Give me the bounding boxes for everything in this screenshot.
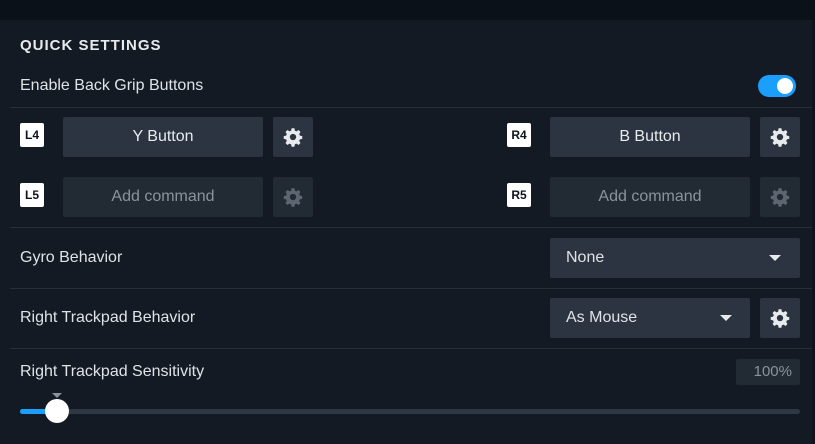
top-bar bbox=[0, 0, 815, 20]
gyro-label: Gyro Behavior bbox=[20, 249, 123, 266]
divider bbox=[10, 107, 812, 108]
l5-settings-button[interactable] bbox=[273, 177, 313, 217]
divider bbox=[10, 288, 812, 289]
l4-badge: L4 bbox=[20, 123, 44, 147]
l5-badge: L5 bbox=[20, 183, 44, 207]
l4-settings-button[interactable] bbox=[273, 117, 313, 157]
back-grip-label: Enable Back Grip Buttons bbox=[20, 77, 204, 94]
default-marker bbox=[52, 393, 62, 398]
gyro-dropdown[interactable]: None bbox=[550, 238, 800, 278]
trackpad-dropdown[interactable]: As Mouse bbox=[550, 298, 750, 338]
r4-badge: R4 bbox=[507, 123, 531, 147]
sensitivity-value: 100% bbox=[736, 359, 800, 385]
l4-command-button[interactable]: Y Button bbox=[63, 117, 263, 157]
chevron-down-icon bbox=[769, 255, 781, 261]
gear-icon bbox=[283, 128, 303, 147]
gyro-value: None bbox=[566, 249, 605, 266]
toggle-knob bbox=[777, 78, 793, 94]
chevron-down-icon bbox=[720, 315, 732, 321]
section-title: QUICK SETTINGS bbox=[20, 37, 162, 54]
gear-icon bbox=[770, 309, 790, 328]
back-grip-toggle[interactable] bbox=[758, 75, 796, 97]
trackpad-settings-button[interactable] bbox=[760, 298, 800, 338]
r5-badge: R5 bbox=[507, 183, 531, 207]
gear-icon bbox=[770, 128, 790, 147]
r5-settings-button[interactable] bbox=[760, 177, 800, 217]
trackpad-label: Right Trackpad Behavior bbox=[20, 309, 196, 326]
gear-icon bbox=[770, 188, 790, 207]
r4-command-button[interactable]: B Button bbox=[550, 117, 750, 157]
sensitivity-label: Right Trackpad Sensitivity bbox=[20, 363, 205, 380]
gear-icon bbox=[283, 188, 303, 207]
r4-settings-button[interactable] bbox=[760, 117, 800, 157]
divider bbox=[10, 348, 812, 349]
sensitivity-slider-thumb[interactable] bbox=[44, 399, 69, 423]
l5-add-command-button[interactable]: Add command bbox=[63, 177, 263, 217]
sensitivity-slider-track[interactable] bbox=[20, 409, 800, 414]
trackpad-value: As Mouse bbox=[566, 309, 638, 326]
divider bbox=[10, 227, 812, 228]
r5-add-command-button[interactable]: Add command bbox=[550, 177, 750, 217]
